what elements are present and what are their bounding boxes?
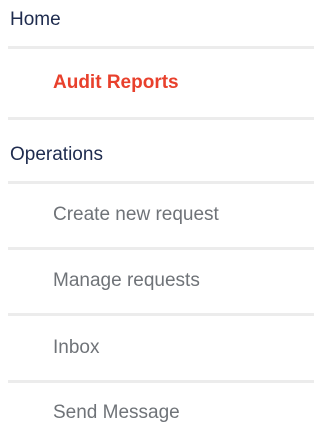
nav-item-send-message[interactable]: Send Message — [53, 403, 180, 422]
nav-item-inbox[interactable]: Inbox — [53, 338, 99, 357]
nav-item-create-new-request[interactable]: Create new request — [53, 205, 219, 224]
nav-item-manage-requests[interactable]: Manage requests — [53, 271, 200, 290]
nav-item-home[interactable]: Home — [10, 10, 61, 29]
nav-divider — [8, 181, 314, 184]
nav-item-audit-reports[interactable]: Audit Reports — [53, 73, 179, 92]
nav-divider — [8, 313, 314, 316]
nav-divider — [8, 46, 314, 49]
nav-divider — [8, 380, 314, 383]
nav-divider — [8, 117, 314, 120]
nav-divider — [8, 247, 314, 250]
nav-item-operations[interactable]: Operations — [10, 145, 103, 164]
